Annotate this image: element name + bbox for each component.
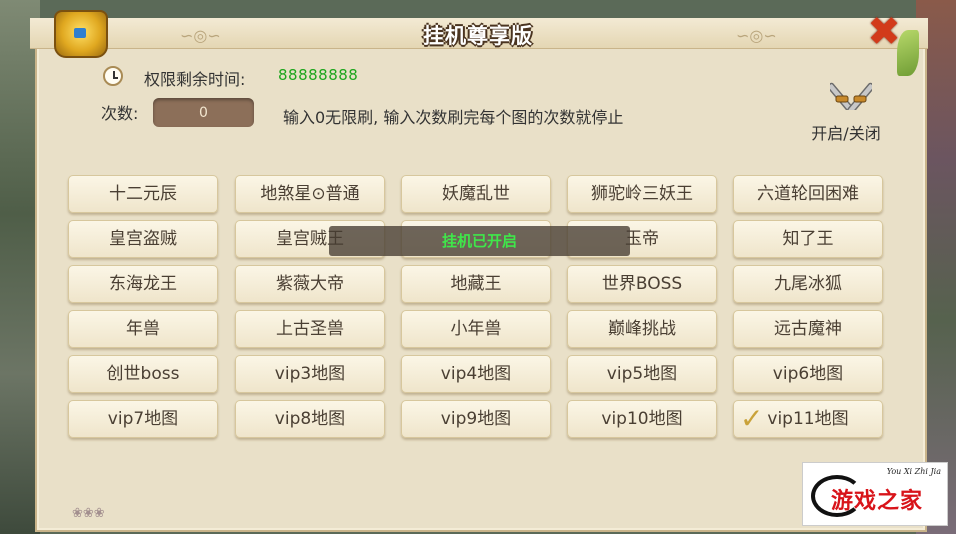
map-button[interactable]: 妖魔乱世	[401, 175, 551, 213]
map-button[interactable]: vip3地图	[235, 355, 385, 393]
watermark-subtitle: You Xi Zhi Jia	[886, 467, 941, 476]
background-left	[0, 0, 40, 534]
map-button[interactable]: 紫薇大帝	[235, 265, 385, 303]
map-button[interactable]: 九尾冰狐	[733, 265, 883, 303]
treasure-chest-icon	[54, 10, 108, 58]
map-button[interactable]: vip5地图	[567, 355, 717, 393]
map-button[interactable]: 世界BOSS	[567, 265, 717, 303]
map-button[interactable]: 知了王	[733, 220, 883, 258]
map-button[interactable]: vip6地图	[733, 355, 883, 393]
map-button[interactable]: vip9地图	[401, 400, 551, 438]
clock-icon	[103, 66, 123, 86]
map-button[interactable]: 东海龙王	[68, 265, 218, 303]
flower-decoration: ❀❀❀	[72, 506, 105, 521]
check-icon: ✓	[740, 402, 764, 435]
status-toast: 挂机已开启	[329, 226, 630, 256]
map-button[interactable]: 巅峰挑战	[567, 310, 717, 348]
crossed-swords-icon	[830, 82, 872, 110]
map-button[interactable]: 地煞星⊙普通	[235, 175, 385, 213]
map-button[interactable]: vip4地图	[401, 355, 551, 393]
hint-text: 输入0无限刷, 输入次数刷完每个图的次数就停止	[283, 108, 624, 127]
toggle-label: 开启/关闭	[811, 124, 881, 143]
watermark-logo: You Xi Zhi Jia 游戏之家	[802, 462, 948, 526]
map-button[interactable]: vip10地图	[567, 400, 717, 438]
time-remaining-value: 88888888	[278, 66, 359, 84]
map-button[interactable]: 狮驼岭三妖王	[567, 175, 717, 213]
toggle-button[interactable]: 开启/关闭	[800, 68, 892, 148]
map-button[interactable]: 六道轮回困难	[733, 175, 883, 213]
map-grid: 十二元辰 地煞星⊙普通 妖魔乱世 狮驼岭三妖王 六道轮回困难 皇宫盗贼 皇宫贼王 玉帝 知了王东…	[68, 175, 888, 440]
map-button[interactable]: 皇宫盗贼	[68, 220, 218, 258]
map-button[interactable]: 十二元辰	[68, 175, 218, 213]
map-button[interactable]: 地藏王	[401, 265, 551, 303]
count-label: 次数:	[101, 104, 139, 123]
map-button[interactable]: 小年兽	[401, 310, 551, 348]
count-input[interactable]	[153, 98, 254, 127]
map-button[interactable]: 创世boss	[68, 355, 218, 393]
window-title: 挂机尊享版	[423, 24, 533, 48]
map-button[interactable]: 年兽	[68, 310, 218, 348]
map-button[interactable]: 上古圣兽	[235, 310, 385, 348]
close-button[interactable]: ✖	[862, 12, 906, 52]
map-button[interactable]: vip7地图	[68, 400, 218, 438]
map-button[interactable]: 远古魔神	[733, 310, 883, 348]
time-remaining-label: 权限剩余时间:	[144, 70, 246, 89]
map-button[interactable]: vip8地图	[235, 400, 385, 438]
watermark-text: 游戏之家	[831, 489, 924, 514]
